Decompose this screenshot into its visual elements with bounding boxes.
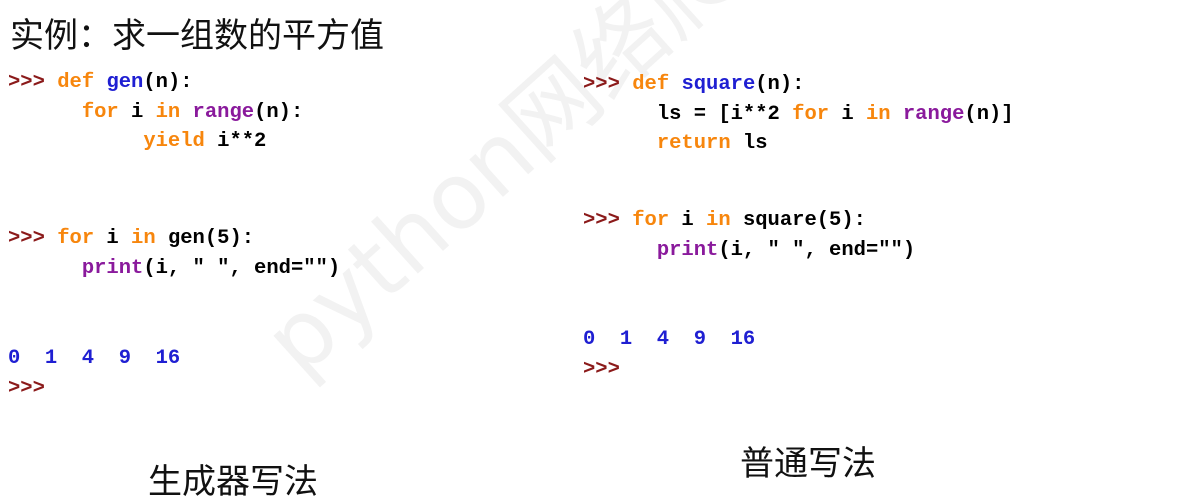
- call-var: i: [94, 227, 132, 250]
- keyword-for: for: [792, 102, 830, 126]
- keyword-def: def: [632, 73, 670, 96]
- yield-expr: i**2: [204, 130, 267, 153]
- prompt: >>>: [583, 73, 620, 96]
- call-var: i: [669, 209, 707, 232]
- output-values: 0 1 4 9 16: [583, 328, 756, 351]
- page-title: 实例：求一组数的平方值: [10, 16, 384, 56]
- keyword-for: for: [57, 227, 95, 250]
- final-prompt: >>>: [8, 376, 45, 400]
- range-args: (n)]: [964, 102, 1014, 126]
- keyword-yield: yield: [143, 130, 205, 153]
- call-expr: square(5):: [730, 209, 866, 232]
- keyword-def: def: [57, 71, 95, 94]
- square-loop: >>> for i in square(5): print(i, " ", en…: [583, 206, 915, 265]
- function-name: gen: [106, 71, 144, 94]
- list-assign: ls = [i**2: [656, 102, 793, 126]
- builtin-print: print: [81, 256, 144, 280]
- prompt: >>>: [8, 71, 45, 94]
- def-args: (n):: [755, 73, 805, 96]
- prompt: >>>: [8, 227, 45, 250]
- builtin-range: range: [192, 100, 255, 124]
- function-name: square: [681, 73, 756, 96]
- builtin-print: print: [656, 238, 719, 262]
- normal-caption: 普通写法: [740, 444, 876, 484]
- keyword-in: in: [155, 100, 181, 124]
- builtin-range: range: [902, 102, 965, 126]
- square-definition: >>> def square(n): ls = [i**2 for i in r…: [583, 70, 1014, 159]
- keyword-in: in: [131, 227, 156, 250]
- def-args: (n):: [143, 71, 193, 94]
- print-args: (i, " ", end=""): [143, 256, 341, 280]
- keyword-in: in: [865, 102, 891, 126]
- generator-caption: 生成器写法: [148, 462, 318, 502]
- generator-definition: >>> def gen(n): for i in range(n): yield…: [8, 68, 303, 157]
- loop-var: i: [829, 102, 866, 126]
- final-prompt: >>>: [583, 357, 620, 381]
- output-values: 0 1 4 9 16: [8, 347, 181, 370]
- print-args: (i, " ", end=""): [718, 238, 916, 262]
- generator-loop: >>> for i in gen(5): print(i, " ", end="…: [8, 224, 340, 283]
- keyword-for: for: [81, 100, 119, 124]
- square-output: 0 1 4 9 16 >>>: [583, 325, 755, 384]
- keyword-return: return: [656, 132, 731, 155]
- prompt: >>>: [583, 209, 620, 232]
- return-value: ls: [730, 132, 768, 155]
- keyword-in: in: [706, 209, 731, 232]
- keyword-for: for: [632, 209, 670, 232]
- call-expr: gen(5):: [155, 227, 255, 250]
- generator-output: 0 1 4 9 16 >>>: [8, 344, 180, 403]
- loop-var: i: [118, 100, 156, 124]
- range-args: (n):: [254, 100, 304, 124]
